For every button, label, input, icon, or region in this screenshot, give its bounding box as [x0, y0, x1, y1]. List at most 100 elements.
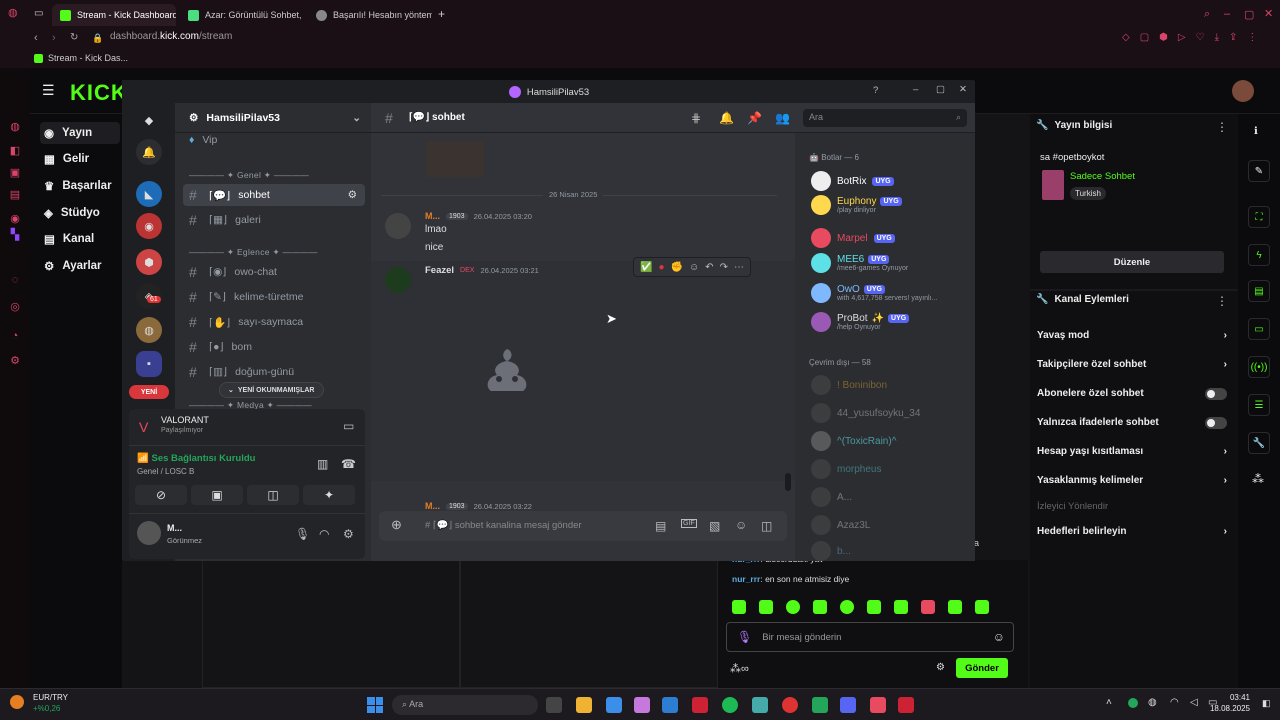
- channel-bom[interactable]: # ⌈●⌋ bom: [183, 336, 365, 358]
- volume-icon[interactable]: ◁: [1190, 697, 1198, 708]
- message-author[interactable]: M...: [425, 501, 440, 511]
- members-icon[interactable]: 👥: [775, 111, 790, 125]
- member-euphony[interactable]: Euphony UYG/play dinliyor: [811, 195, 902, 215]
- folder-icon[interactable]: ▪: [136, 351, 162, 377]
- image-attachment[interactable]: [426, 141, 484, 177]
- close-icon[interactable]: ✕: [1264, 7, 1273, 20]
- ticker-label[interactable]: EUR/TRY: [33, 693, 68, 702]
- noise-icon[interactable]: ▥: [317, 457, 328, 471]
- emote-icon[interactable]: [813, 600, 827, 614]
- opera-icon[interactable]: [782, 697, 798, 713]
- add-reaction-icon[interactable]: ☺: [689, 262, 699, 273]
- reply-icon[interactable]: ↶: [705, 262, 713, 273]
- clock-time[interactable]: 03:41: [1222, 693, 1250, 702]
- fist-reaction-icon[interactable]: ✊: [671, 262, 683, 273]
- windows-start-icon[interactable]: [367, 697, 383, 713]
- emote-icon[interactable]: [921, 600, 935, 614]
- share-icon[interactable]: ⇪: [1229, 32, 1237, 43]
- wrench-icon[interactable]: 🔧: [1248, 432, 1270, 454]
- avatar[interactable]: [1232, 80, 1254, 102]
- reload-icon[interactable]: ↻: [70, 32, 78, 43]
- profile-icon[interactable]: ◍: [8, 6, 18, 19]
- app-icon[interactable]: [870, 697, 886, 713]
- fullscreen-icon[interactable]: ⛶: [1248, 206, 1270, 228]
- nav-basarilar[interactable]: ♛ Başarılar: [40, 175, 120, 197]
- sidebar-icon-8[interactable]: ◔: [8, 330, 22, 344]
- sidebar-icon-4[interactable]: ▤: [8, 188, 22, 202]
- member-marpel[interactable]: Marpel UYG: [811, 228, 895, 248]
- emoji-icon[interactable]: ☺: [993, 630, 1005, 644]
- emote-icon[interactable]: [732, 600, 746, 614]
- bookmark-kick[interactable]: Stream - Kick Das...: [34, 53, 128, 63]
- sidebar-icon-6[interactable]: ◌: [8, 274, 22, 288]
- discord-taskbar-icon[interactable]: [840, 697, 856, 713]
- emote-icon[interactable]: [786, 600, 800, 614]
- new-tab-icon[interactable]: +: [438, 7, 445, 21]
- action-emotes-only[interactable]: Yalnızca ifadelerle sohbet: [1037, 417, 1227, 429]
- screen-share-icon[interactable]: ▭: [343, 419, 354, 433]
- member-owo[interactable]: OwO UYG with 4,617,758 servers! yayınlı...: [811, 283, 937, 303]
- headphones-icon[interactable]: ◠: [319, 527, 329, 541]
- maximize-icon[interactable]: ▢: [936, 84, 945, 95]
- copilot-icon[interactable]: [634, 697, 650, 713]
- minimize-icon[interactable]: –: [913, 84, 918, 95]
- twitch-icon[interactable]: ▚: [8, 228, 22, 242]
- sidebar-icon-5[interactable]: ◉: [8, 212, 22, 226]
- bell-icon[interactable]: 🔔: [136, 139, 162, 165]
- tab-azar[interactable]: Azar: Görüntülü Sohbet,: [180, 4, 304, 26]
- threads-icon[interactable]: ⋕: [691, 111, 701, 125]
- member-probot[interactable]: ProBot ✨ UYG/help Oynuyor: [811, 312, 910, 332]
- channel-galeri[interactable]: # ⌈▦⌋ galeri: [183, 209, 365, 231]
- emoji-icon[interactable]: ☺: [735, 518, 747, 532]
- screen-share-button[interactable]: ▣: [191, 485, 243, 505]
- message-composer[interactable]: ⊕ # ⌈💬⌋ sohbet kanalina mesaj gönder ▤ G…: [379, 511, 787, 541]
- discord-home-icon[interactable]: ◆: [136, 107, 162, 133]
- member-offline[interactable]: ! Boninibon: [811, 375, 887, 395]
- category-genel[interactable]: ———— ✦ Genel ✦ ————: [189, 170, 309, 181]
- lightning-icon[interactable]: ϟ: [1248, 244, 1270, 266]
- server-header[interactable]: ⚙ HamsiliPilav53 ⌄: [175, 103, 371, 133]
- nav-studyo[interactable]: ◈ Stüdyo: [40, 202, 120, 224]
- app-icon[interactable]: [692, 697, 708, 713]
- forward-icon[interactable]: ›: [52, 32, 56, 44]
- forward-icon[interactable]: ↷: [720, 262, 728, 273]
- tools-icon[interactable]: ⁂: [1252, 472, 1264, 486]
- channel-kelime-turetme[interactable]: # ⌈✎⌋ kelime-türetme: [183, 286, 365, 308]
- member-offline[interactable]: b...: [811, 541, 851, 561]
- kick-logo[interactable]: KICK: [70, 80, 128, 106]
- server-icon[interactable]: ⬢: [136, 249, 162, 275]
- chat-input[interactable]: 🎙 Bir mesaj gönderin ☺: [726, 622, 1014, 652]
- layers-icon[interactable]: ☰: [1248, 394, 1270, 416]
- new-badge[interactable]: YENİ: [129, 385, 169, 399]
- tray-icon[interactable]: ◍: [1148, 697, 1157, 708]
- help-icon[interactable]: ?: [873, 85, 878, 96]
- member-offline[interactable]: A...: [811, 487, 852, 507]
- heart-icon[interactable]: ♡: [1196, 32, 1205, 43]
- avatar[interactable]: [385, 267, 411, 293]
- channel-vip[interactable]: ♦ Vip: [183, 131, 365, 149]
- search-icon[interactable]: ⌕: [1204, 8, 1210, 21]
- camera-button[interactable]: ⊘: [135, 485, 187, 505]
- back-icon[interactable]: ‹: [34, 32, 38, 44]
- nav-kanal[interactable]: ▤ Kanal: [40, 228, 120, 250]
- channel-sayi-saymaca[interactable]: # ⌈✋⌋ sayı-saymaca: [183, 311, 365, 333]
- sidebar-icon-9[interactable]: ⚙: [8, 354, 22, 368]
- server-shark[interactable]: ◣: [136, 181, 162, 207]
- emote-icon[interactable]: [894, 600, 908, 614]
- pin-icon[interactable]: 📌: [747, 111, 762, 125]
- hamburger-menu-icon[interactable]: ☰: [42, 82, 55, 99]
- clock-date[interactable]: 18.08.2025: [1200, 704, 1250, 713]
- server-icon[interactable]: ◍: [136, 317, 162, 343]
- taskbar-search[interactable]: ⌕ Ara: [392, 695, 538, 715]
- chat-tools-icon[interactable]: ⁂∞: [730, 662, 749, 675]
- member-botrix[interactable]: BotRix UYG: [811, 171, 894, 191]
- nav-yayin[interactable]: ◉ Yayın: [40, 122, 120, 144]
- poop-sticker[interactable]: [467, 343, 547, 403]
- sidebar-icon-2[interactable]: ◧: [8, 144, 22, 158]
- file-explorer-icon[interactable]: [576, 697, 592, 713]
- bookmark-icon[interactable]: ◇: [1122, 32, 1130, 43]
- screenshot-icon[interactable]: ▢: [1140, 32, 1149, 43]
- category-eglence[interactable]: ———— ✦ Eglence ✦ ————: [189, 247, 318, 258]
- mic-icon[interactable]: 🎙: [295, 527, 310, 541]
- add-attachment-icon[interactable]: ⊕: [391, 517, 402, 533]
